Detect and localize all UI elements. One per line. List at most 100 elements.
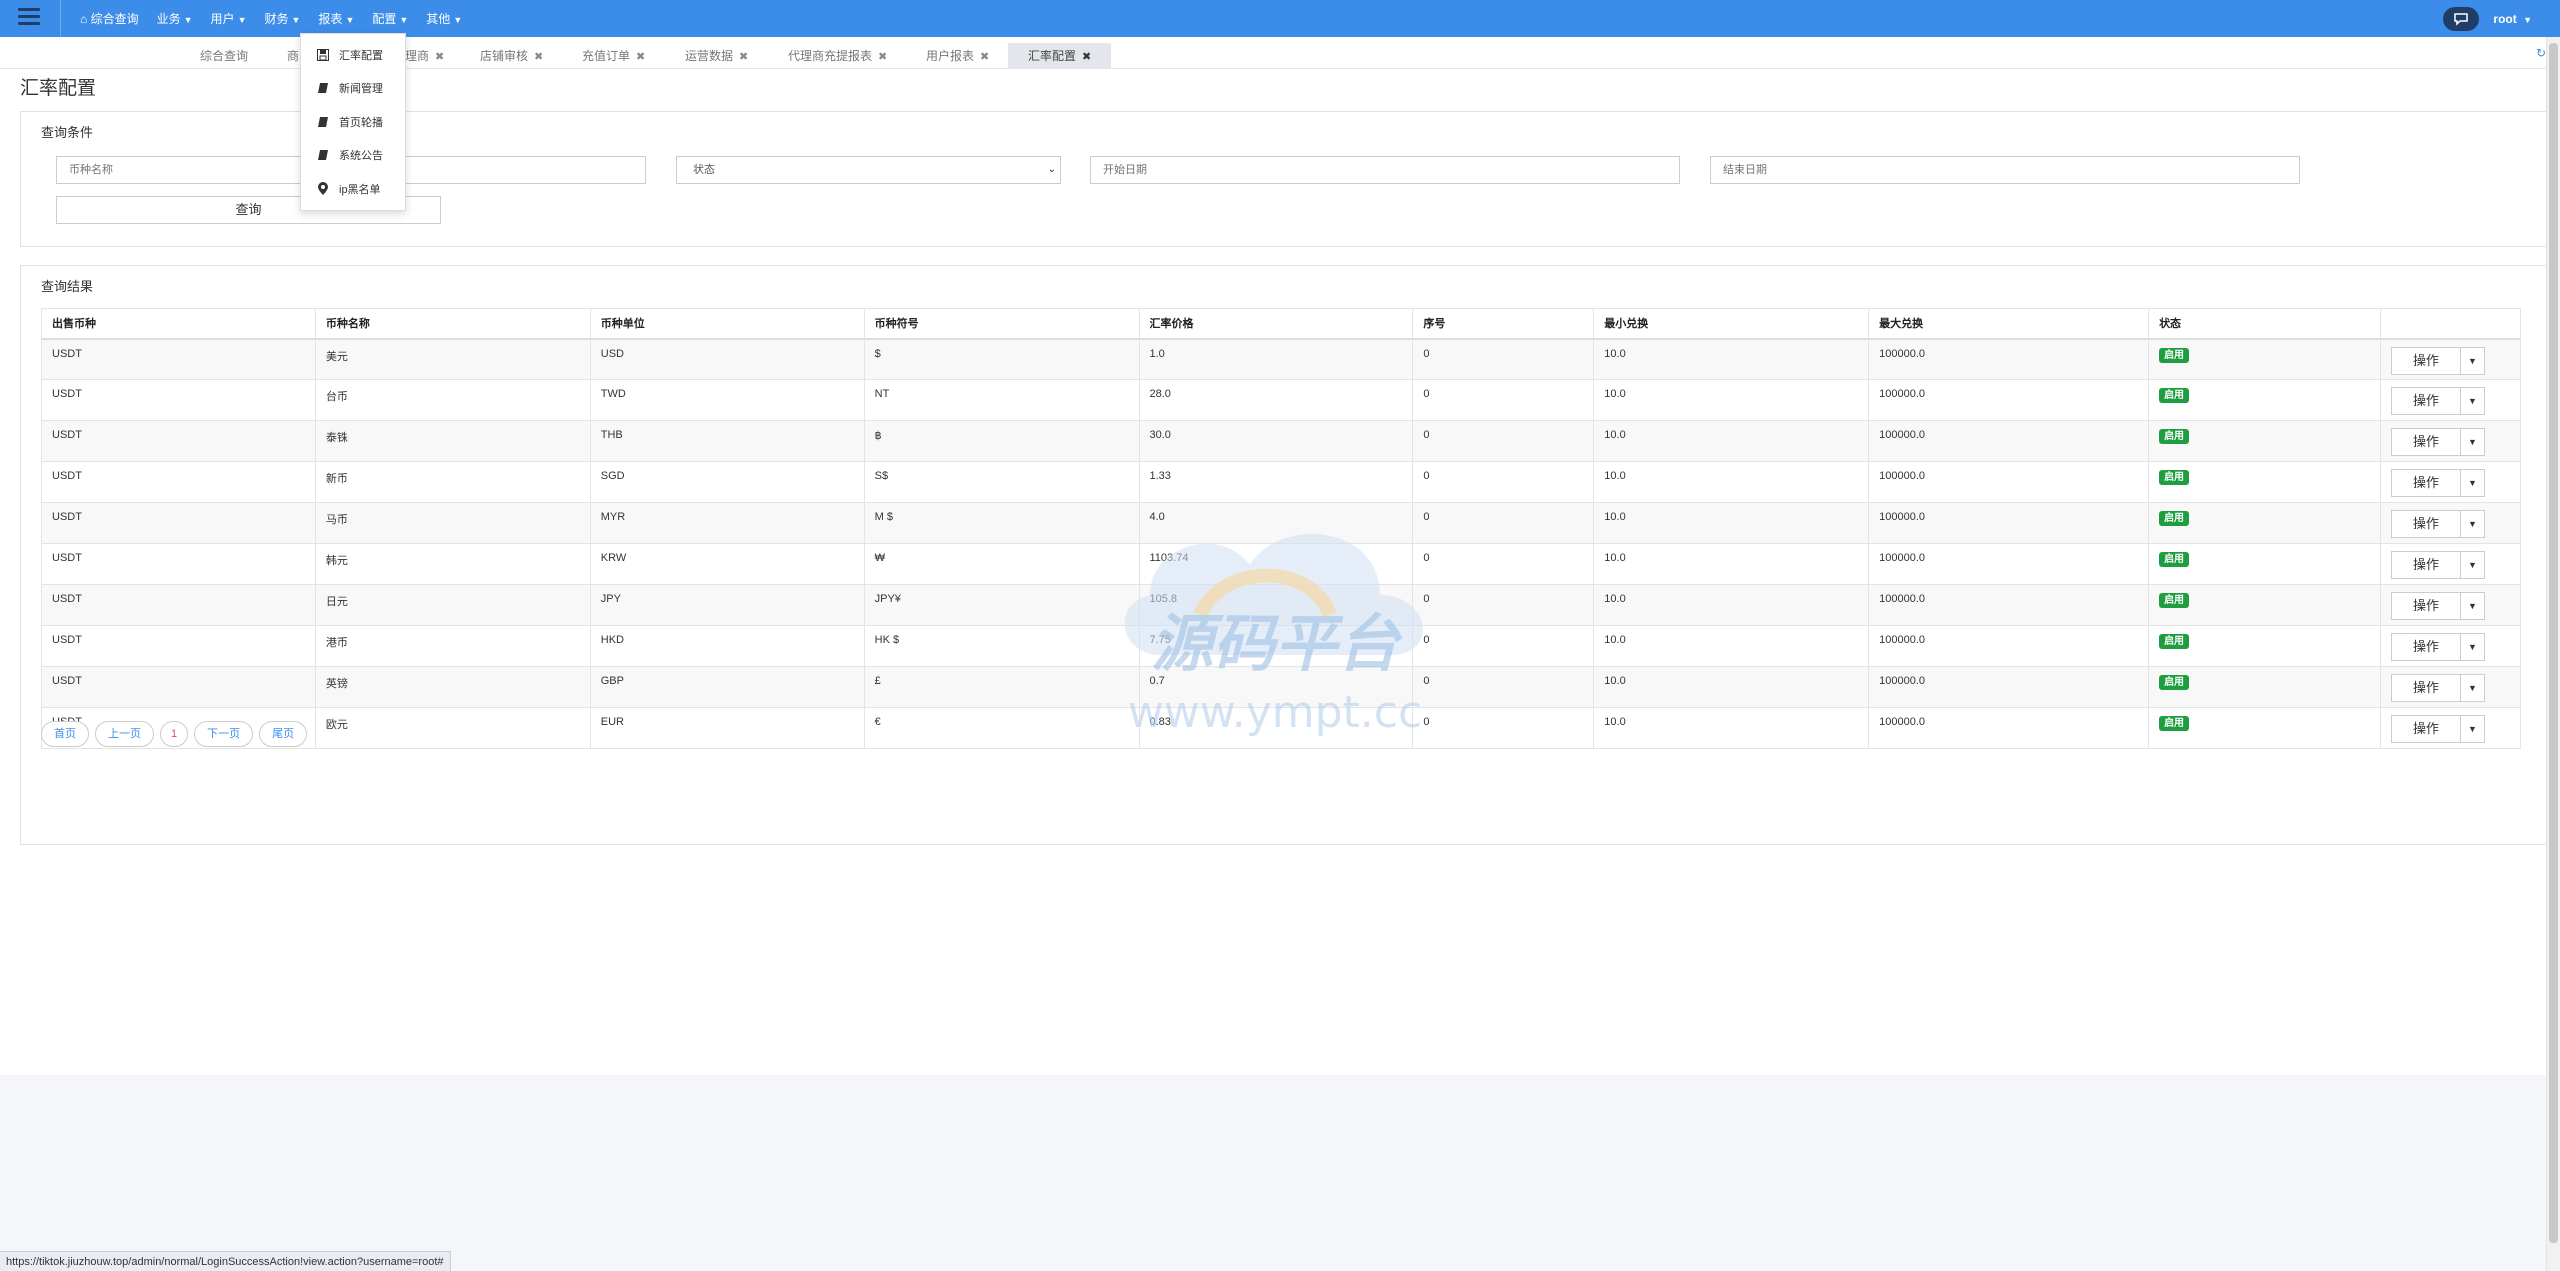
caret-down-icon[interactable]: ▼	[2460, 633, 2485, 661]
cell-symbol: JPY¥	[863, 584, 1140, 626]
cell-seq: 0	[1412, 666, 1595, 708]
cell-status: 启用	[2148, 338, 2381, 380]
navbar-divider	[60, 0, 61, 37]
caret-down-icon[interactable]: ▼	[2460, 428, 2485, 456]
caret-down-icon[interactable]: ▼	[2460, 510, 2485, 538]
status-badge: 启用	[2159, 347, 2190, 363]
caret-down-icon[interactable]: ▼	[2460, 346, 2485, 375]
caret-down-icon[interactable]: ▼	[2460, 715, 2485, 743]
caret-down-icon[interactable]: ▼	[2460, 551, 2485, 579]
chevron-down-icon: ⌄	[1047, 164, 1056, 175]
action-button-group: 操作 ▼	[2390, 551, 2485, 579]
caret-down-icon[interactable]: ▼	[2460, 592, 2485, 620]
cell-actions: 操作 ▼	[2379, 625, 2522, 667]
cell-sell: USDT	[41, 584, 316, 626]
menu-item-business[interactable]: 业务 ▼	[157, 10, 193, 27]
close-icon[interactable]: ✖	[534, 51, 543, 63]
close-icon[interactable]: ✖	[980, 51, 989, 63]
cell-max: 100000.0	[1868, 502, 2150, 544]
cell-symbol: ₩	[863, 543, 1140, 585]
status-badge: 启用	[2159, 429, 2190, 444]
close-icon[interactable]: ✖	[739, 51, 748, 63]
next-page-button[interactable]: 下一页	[194, 721, 254, 747]
user-menu[interactable]: root ▼	[2493, 12, 2532, 26]
cell-rate: 4.0	[1138, 502, 1414, 544]
dropdown-item-carousel[interactable]: 首页轮播	[301, 105, 405, 139]
cell-rate: 1.33	[1138, 461, 1414, 503]
table-row: USDT 港币 HKD HK $7.75 0 10.0 100000.0 启用 操作 ▼	[41, 625, 2522, 667]
action-button-group: 操作 ▼	[2390, 387, 2485, 415]
tab-user-report[interactable]: 用户报表 ✖	[906, 43, 1009, 69]
cell-unit: KRW	[589, 543, 865, 585]
menu-item-users[interactable]: 用户 ▼	[211, 10, 247, 27]
results-panel: 查询结果 出售币种 币种名称 币种单位 币种符号 汇率价格 序号 最小兑换 最大…	[20, 265, 2546, 845]
action-button[interactable]: 操作	[2390, 387, 2461, 415]
tab-shop-review[interactable]: 店铺审核 ✖	[460, 43, 563, 69]
dropdown-item-news[interactable]: 新闻管理	[301, 72, 405, 106]
action-button[interactable]: 操作	[2390, 633, 2461, 661]
end-date-input[interactable]	[1710, 156, 2300, 184]
cell-unit: GBP	[589, 666, 865, 708]
close-icon[interactable]: ✖	[878, 51, 887, 63]
first-page-button[interactable]: 首页	[41, 721, 89, 747]
close-icon[interactable]: ✖	[636, 51, 645, 63]
cell-max: 100000.0	[1868, 420, 2150, 462]
current-page-button[interactable]: 1	[160, 721, 189, 747]
home-icon: ⌂	[80, 12, 88, 26]
menu-item-finance[interactable]: 财务 ▼	[264, 10, 300, 27]
refresh-icon[interactable]: ↻	[2536, 46, 2546, 60]
action-button[interactable]: 操作	[2390, 674, 2461, 702]
table-row: USDT 马币 MYR M $4.0 0 10.0 100000.0 启用 操作 ▼	[41, 502, 2522, 544]
caret-down-icon: ▼	[453, 15, 463, 25]
menu-item-reports[interactable]: 报表 ▼	[318, 10, 354, 27]
vertical-scrollbar[interactable]	[2546, 37, 2560, 1271]
menu-item-config[interactable]: 配置 ▼	[372, 10, 408, 27]
cell-unit: EUR	[589, 707, 865, 749]
tab-overview[interactable]: 综合查询	[180, 43, 268, 69]
menu-item-other[interactable]: 其他 ▼	[426, 10, 462, 27]
close-icon[interactable]: ✖	[435, 51, 444, 63]
menu-toggle-icon[interactable]	[18, 8, 40, 28]
last-page-button[interactable]: 尾页	[259, 721, 308, 747]
action-button[interactable]: 操作	[2390, 715, 2461, 743]
results-table: 出售币种 币种名称 币种单位 币种符号 汇率价格 序号 最小兑换 最大兑换 状态…	[41, 308, 2522, 749]
action-button[interactable]: 操作	[2390, 346, 2461, 375]
cell-actions: 操作 ▼	[2379, 338, 2522, 380]
cell-unit: THB	[589, 420, 865, 462]
table-row: USDT 日元 JPY JPY¥ 105.8 0 10.0 100000.0 启用 操作 ▼	[41, 584, 2522, 626]
tab-ops-data[interactable]: 运营数据 ✖	[665, 43, 768, 69]
action-button-group: 操作 ▼	[2390, 469, 2485, 497]
menu-item-overview[interactable]: ⌂ 综合查询	[80, 10, 139, 27]
caret-down-icon[interactable]: ▼	[2460, 387, 2485, 415]
column-header: 状态	[2148, 308, 2381, 340]
table-row: USDT 泰铢 THB ฿ 30.0 0 10.0 100000.0 启用 操作 ▼	[41, 420, 2522, 462]
cell-seq: 0	[1412, 379, 1595, 421]
action-button[interactable]: 操作	[2390, 428, 2461, 456]
cell-actions: 操作 ▼	[2379, 543, 2522, 585]
action-button[interactable]: 操作	[2390, 592, 2461, 620]
action-button[interactable]: 操作	[2390, 469, 2461, 497]
caret-down-icon[interactable]: ▼	[2460, 674, 2485, 702]
status-select[interactable]: 状态 ⌄	[676, 156, 1061, 184]
dropdown-item-exchange-rate[interactable]: 汇率配置	[301, 38, 405, 72]
cell-seq: 0	[1412, 502, 1595, 544]
prev-page-button[interactable]: 上一页	[95, 721, 154, 747]
cell-unit: SGD	[589, 461, 865, 503]
cell-max: 100000.0	[1868, 543, 2150, 585]
dropdown-item-announcement[interactable]: 系统公告	[301, 139, 405, 173]
cell-rate: 28.0	[1138, 379, 1414, 421]
cell-name: 欧元	[314, 707, 591, 749]
start-date-input[interactable]	[1090, 156, 1680, 184]
tab-recharge-orders[interactable]: 充值订单 ✖	[562, 43, 665, 69]
action-button[interactable]: 操作	[2390, 551, 2461, 579]
scrollbar-thumb[interactable]	[2549, 43, 2558, 1243]
table-body: USDT 美元 USD $1.0 0 10.0 100000.0 启用 操作 ▼ USDT 台币 TWD…	[41, 338, 2522, 749]
tab-agent-recharge-report[interactable]: 代理商充提报表 ✖	[768, 43, 907, 69]
dropdown-item-ip-blacklist[interactable]: ip黑名单	[301, 172, 405, 206]
chat-icon[interactable]	[2443, 7, 2480, 31]
action-button[interactable]: 操作	[2390, 510, 2461, 538]
caret-down-icon[interactable]: ▼	[2460, 469, 2485, 497]
close-icon[interactable]: ✖	[1082, 51, 1091, 63]
tab-exchange-rate[interactable]: 汇率配置 ✖	[1008, 43, 1112, 69]
caret-down-icon: ▼	[399, 15, 409, 25]
